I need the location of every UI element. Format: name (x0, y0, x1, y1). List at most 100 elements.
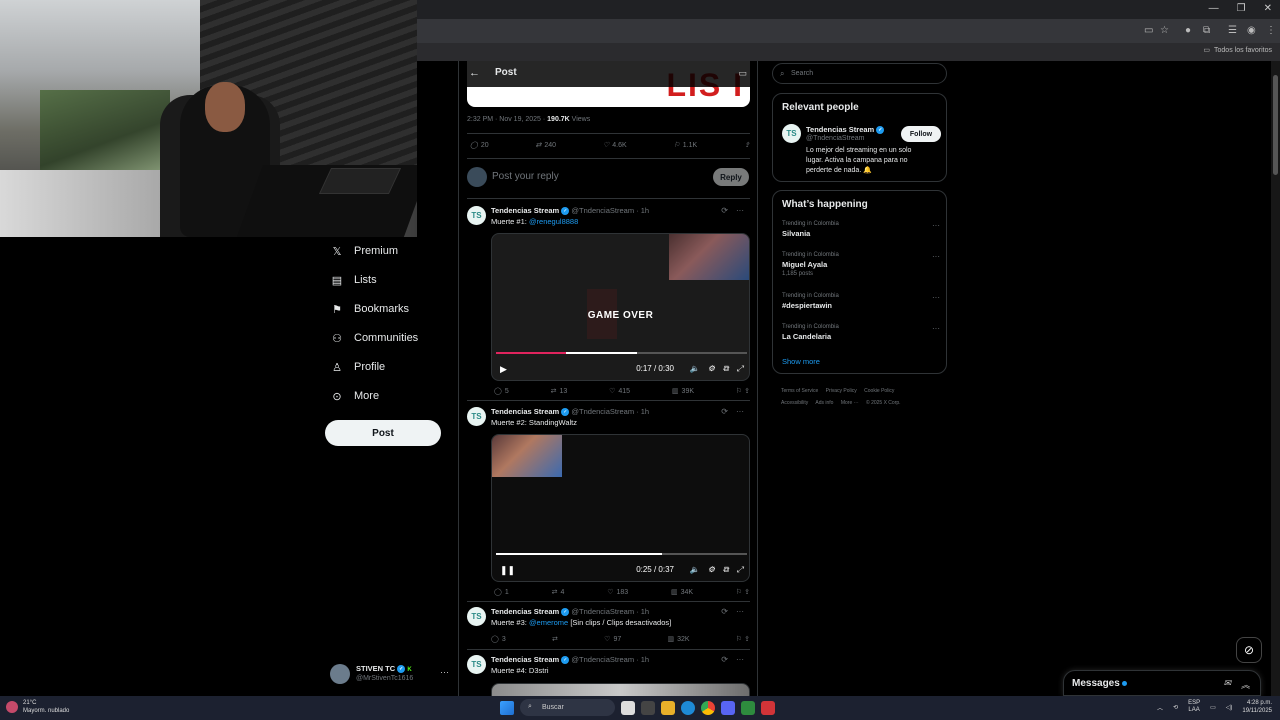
restore-icon[interactable]: ❐ (1237, 3, 1246, 14)
grok-icon[interactable]: ⊘ (1236, 637, 1262, 663)
footer-link[interactable]: Ads info (815, 400, 833, 406)
play-icon[interactable]: ▶ (500, 364, 507, 375)
more-dots-icon[interactable]: ··· (440, 667, 449, 677)
language-code[interactable]: ESP (1188, 700, 1200, 706)
nav-item-lists[interactable]: ▤ Lists (330, 273, 377, 287)
bookmark-action[interactable]: ⚐ ⇪ (736, 588, 750, 596)
extension-icon[interactable]: ● (1185, 25, 1191, 36)
more-dots-icon[interactable]: ··· (932, 293, 940, 302)
repost-action[interactable]: ⇄ 240 (536, 141, 557, 150)
sidepanel-icon[interactable]: ☰ (1228, 25, 1237, 36)
more-dots-icon[interactable]: ··· (736, 206, 744, 215)
excel-icon[interactable] (741, 700, 755, 715)
settings-icon[interactable]: ⚙ (708, 565, 715, 575)
reply-action[interactable]: ◯ 5 (494, 387, 509, 396)
video-player[interactable]: ❚❚ 0:25 / 0:37 🔈 ⚙ ⧉ ⤢ (491, 434, 750, 582)
bookmark-action[interactable]: ⚐ ⇪ (736, 635, 750, 643)
page-scrollbar[interactable] (1271, 61, 1280, 696)
grok-icon[interactable]: ⟳ (721, 655, 728, 664)
volume-icon[interactable]: 🔈 (690, 565, 700, 575)
footer-link[interactable]: Accessibility (781, 400, 808, 406)
footer-link[interactable]: Cookie Policy (864, 388, 894, 394)
more-dots-icon[interactable]: ··· (736, 407, 744, 416)
like-action[interactable]: ♡ 97 (604, 635, 621, 644)
mention-link[interactable]: @renegul8888 (529, 217, 578, 226)
footer-link[interactable]: Privacy Policy (826, 388, 857, 394)
trend-item[interactable]: Trending in Colombia Silvania ··· (782, 221, 940, 238)
nav-item-premium[interactable]: 𝕏 Premium (330, 244, 398, 258)
network-icon[interactable]: ⟲ (1173, 704, 1178, 711)
reply-button[interactable]: Reply (713, 168, 749, 186)
edge-icon[interactable] (681, 700, 695, 715)
share-action[interactable]: ⇪ (744, 141, 750, 149)
trend-item[interactable]: Trending in Colombia #despiertawin ··· (782, 293, 940, 310)
pause-icon[interactable]: ❚❚ (500, 565, 515, 576)
fullscreen-icon[interactable]: ⤢ (737, 565, 743, 575)
video-player[interactable] (491, 683, 750, 696)
task-view-icon[interactable] (621, 700, 635, 715)
reply-action[interactable]: ◯ 3 (491, 635, 506, 644)
fullscreen-icon[interactable]: ⤢ (737, 364, 743, 374)
chevron-up-icon[interactable]: ︿ (1157, 703, 1163, 712)
grok-icon[interactable]: ⟳ (721, 206, 728, 215)
widgets-icon[interactable] (641, 700, 655, 715)
reply-tweet[interactable]: TS Tendencias Stream ✓ @TndenciaStream ·… (467, 206, 750, 401)
discord-icon[interactable] (721, 700, 735, 715)
pip-icon[interactable]: ⧉ (723, 364, 729, 374)
pip-icon[interactable]: ⧉ (723, 565, 729, 575)
post-button[interactable]: Post (325, 420, 441, 446)
nav-item-communities[interactable]: ⚇ Communities (330, 331, 418, 345)
reply-action[interactable]: ◯ 20 (470, 141, 489, 150)
back-arrow-icon[interactable]: ← (469, 67, 480, 79)
like-action[interactable]: ♡ 4.6K (603, 141, 627, 150)
search-input[interactable]: ⌕ Search (772, 63, 947, 84)
expand-icon[interactable]: ︽ (1241, 678, 1250, 691)
footer-link[interactable]: More ··· (841, 400, 859, 406)
app-icon[interactable] (761, 700, 775, 715)
nav-item-bookmarks[interactable]: ⚑ Bookmarks (330, 302, 409, 316)
settings-icon[interactable]: ⚙ (708, 364, 715, 374)
bookmark-action[interactable]: ⚐ ⇪ (736, 387, 750, 395)
views-action[interactable]: ▥ 39K (672, 387, 694, 396)
repost-action[interactable]: ⇄ 13 (551, 387, 568, 396)
follow-button[interactable]: Follow (901, 126, 941, 142)
more-dots-icon[interactable]: ··· (932, 252, 940, 261)
nav-item-profile[interactable]: ♙ Profile (330, 360, 385, 374)
reply-action[interactable]: ◯ 1 (494, 588, 509, 597)
star-icon[interactable]: ☆ (1160, 25, 1169, 36)
weather-widget[interactable]: 21°C Mayorm. nublado (6, 699, 69, 715)
person-name[interactable]: Tendencias Stream (806, 125, 874, 134)
file-explorer-icon[interactable] (661, 700, 675, 715)
repost-action[interactable]: ⇄ (552, 635, 558, 643)
trend-item[interactable]: Trending in Colombia La Candelaria ··· (782, 324, 940, 341)
reply-tweet[interactable]: TS Tendencias Stream ✓ @TndenciaStream ·… (467, 407, 750, 602)
repost-action[interactable]: ⇄ 4 (552, 588, 565, 597)
compose-message-icon[interactable]: ✉ (1223, 678, 1231, 691)
reply-input[interactable]: Post your reply (492, 171, 559, 182)
more-dots-icon[interactable]: ··· (932, 221, 940, 230)
avatar[interactable]: TS (782, 124, 801, 143)
like-action[interactable]: ♡ 183 (607, 588, 628, 597)
footer-link[interactable]: Terms of Service (781, 388, 818, 394)
cast-icon[interactable]: ▭ (1144, 25, 1153, 36)
profile-avatar-icon[interactable]: ◉ (1247, 25, 1256, 36)
chrome-icon[interactable] (701, 700, 715, 715)
all-bookmarks-folder[interactable]: ▭ Todos los favoritos (1203, 46, 1272, 55)
reply-tweet[interactable]: TS Tendencias Stream ✓ @TndenciaStream ·… (467, 607, 750, 647)
windows-start-icon[interactable] (500, 700, 514, 715)
grok-icon[interactable]: ⟳ (721, 607, 728, 616)
puzzle-icon[interactable]: ⧉ (1203, 25, 1210, 36)
trend-item[interactable]: Trending in Colombia Miguel Ayala 1,185 … (782, 252, 940, 277)
volume-icon[interactable]: ◁) (1226, 704, 1233, 711)
close-icon[interactable]: ✕ (1264, 3, 1272, 14)
nav-item-more[interactable]: ⊙ More (330, 389, 379, 403)
reply-tweet[interactable]: TS Tendencias Stream ✓ @TndenciaStream ·… (467, 655, 750, 696)
views-action[interactable]: ▥ 34K (671, 588, 693, 597)
taskbar-search[interactable]: ⌕ Buscar (520, 699, 615, 716)
clock[interactable]: 4:28 p.m. 19/11/2025 (1242, 699, 1272, 715)
show-more-link[interactable]: Show more (782, 357, 820, 366)
bookmark-action[interactable]: ⚐ 1.1K (674, 141, 698, 150)
account-switcher[interactable]: STIVEN TC ✓ K @MrStivenTc1616 ··· (330, 662, 455, 686)
more-dots-icon[interactable]: ··· (932, 324, 940, 333)
more-dots-icon[interactable]: ··· (736, 607, 744, 616)
